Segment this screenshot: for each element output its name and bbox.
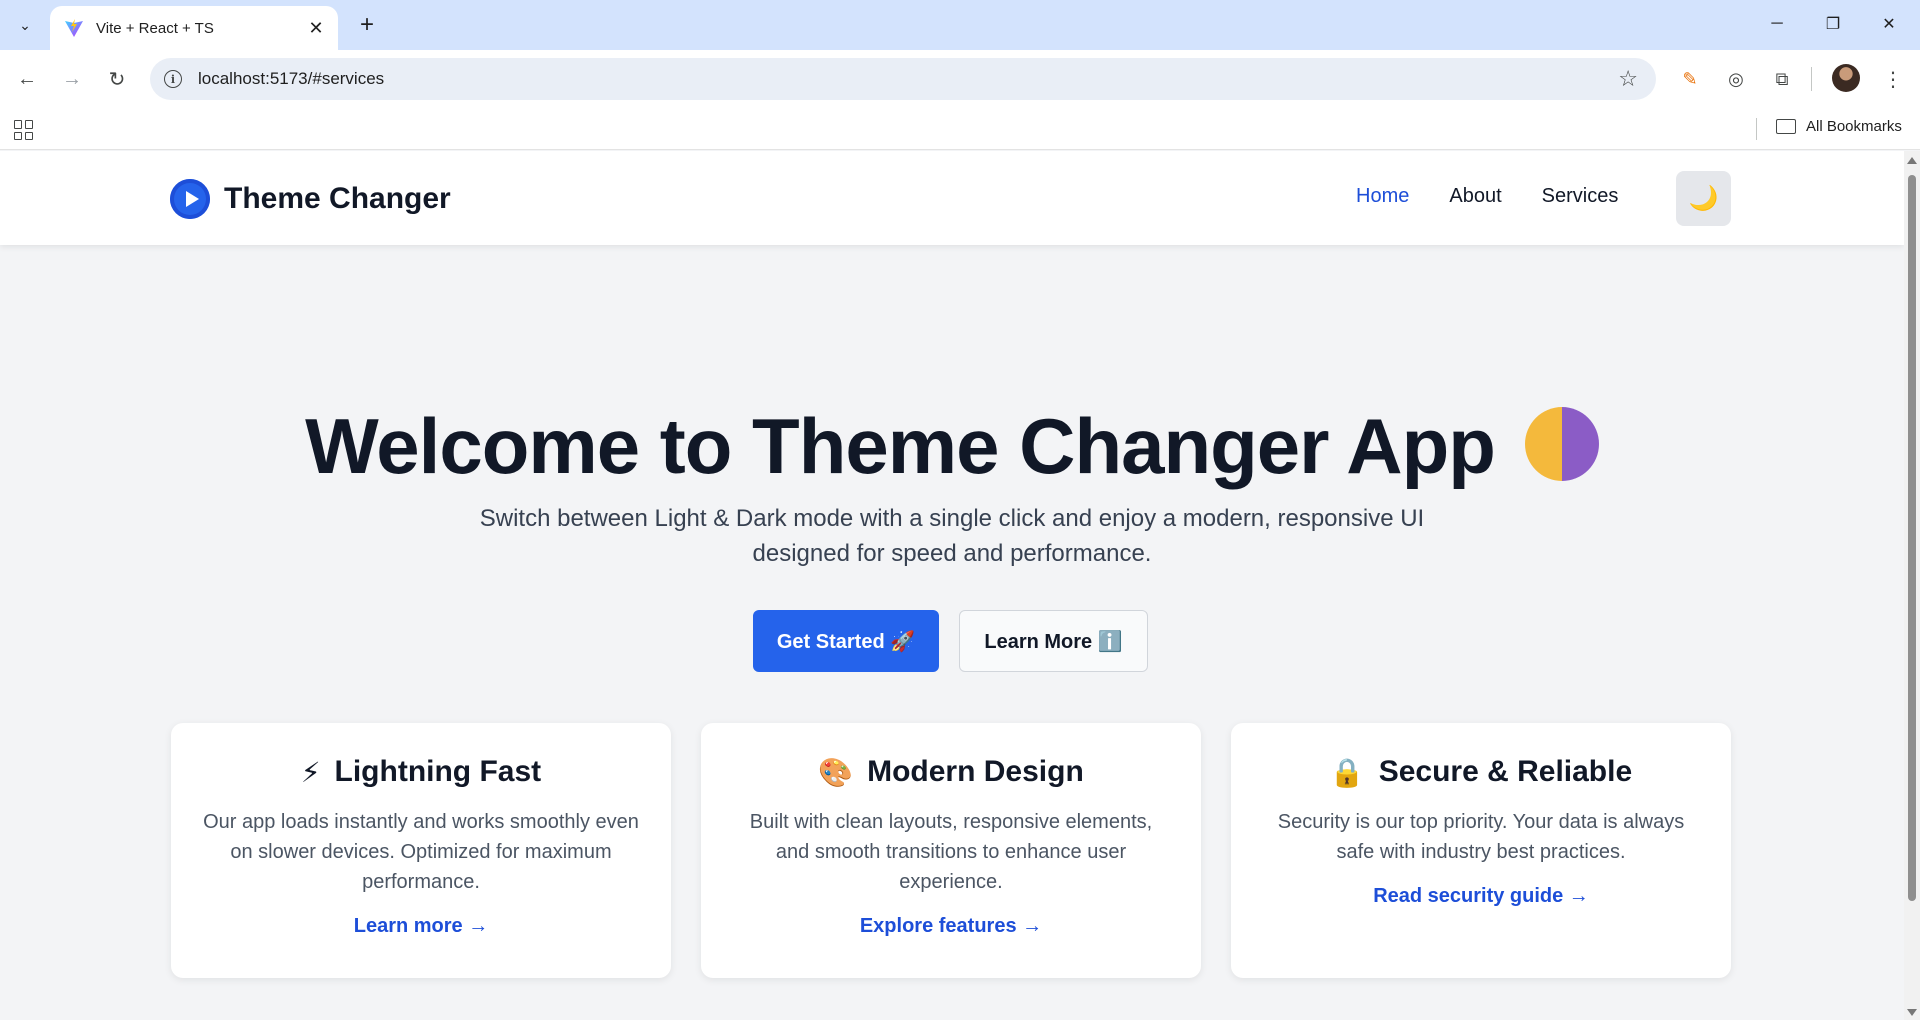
page-viewport: Theme Changer Home About Services 🌙 Welc… bbox=[0, 151, 1904, 1020]
brand-name: Theme Changer bbox=[224, 182, 451, 215]
back-icon[interactable]: ← bbox=[11, 63, 43, 95]
all-bookmarks-label: All Bookmarks bbox=[1806, 118, 1902, 135]
main-nav: Home About Services bbox=[1356, 185, 1618, 208]
bookmarks-bar: All Bookmarks bbox=[0, 108, 1920, 150]
url-text[interactable]: localhost:5173/#services bbox=[198, 69, 1618, 89]
learn-more-button[interactable]: Learn More ℹ️ bbox=[959, 610, 1148, 672]
card-title-text: Lightning Fast bbox=[334, 755, 542, 788]
star-icon[interactable]: ☆ bbox=[1618, 66, 1638, 92]
half-moon-icon bbox=[1524, 407, 1599, 481]
scroll-up-icon[interactable] bbox=[1907, 157, 1917, 164]
tab-search-icon[interactable]: ⌄ bbox=[10, 11, 40, 39]
theme-toggle-button[interactable]: 🌙 bbox=[1676, 171, 1731, 226]
feature-card-design: 🎨 Modern Design Built with clean layouts… bbox=[701, 723, 1201, 978]
lightning-icon: ⚡ bbox=[300, 756, 321, 788]
lock-icon: 🔒 bbox=[1329, 756, 1365, 788]
card-title: 🎨 Modern Design bbox=[701, 755, 1201, 789]
scroll-down-icon[interactable] bbox=[1907, 1009, 1917, 1016]
hero-title-text: Welcome to Theme Changer App bbox=[305, 402, 1496, 490]
vite-favicon bbox=[65, 19, 83, 37]
close-icon[interactable]: ✕ bbox=[304, 16, 328, 40]
minimize-icon[interactable]: ─ bbox=[1754, 6, 1800, 42]
eyedropper-icon[interactable]: ✎ bbox=[1675, 64, 1705, 94]
brand[interactable]: Theme Changer bbox=[170, 179, 451, 219]
folder-icon bbox=[1776, 119, 1796, 134]
learn-more-link[interactable]: Learn more → bbox=[354, 915, 488, 938]
profile-avatar[interactable] bbox=[1832, 64, 1860, 92]
apps-icon[interactable] bbox=[14, 120, 34, 140]
card-description: Security is our top priority. Your data … bbox=[1277, 811, 1685, 863]
card-title-text: Modern Design bbox=[867, 755, 1084, 788]
card-description: Our app loads instantly and works smooth… bbox=[203, 811, 639, 893]
palette-icon: 🎨 bbox=[818, 756, 854, 788]
restore-icon[interactable]: ❐ bbox=[1810, 6, 1856, 42]
close-window-icon[interactable]: ✕ bbox=[1866, 6, 1912, 42]
hero-subtitle: Switch between Light & Dark mode with a … bbox=[479, 505, 1425, 567]
feature-card-secure: 🔒 Secure & Reliable Security is our top … bbox=[1231, 723, 1731, 978]
browser-tab-strip: ⌄ Vite + React + TS ✕ + ─ ❐ ✕ bbox=[0, 0, 1920, 50]
play-logo-icon bbox=[170, 179, 210, 219]
feature-card-fast: ⚡ Lightning Fast Our app loads instantly… bbox=[171, 723, 671, 978]
toolbar-divider bbox=[1811, 67, 1812, 91]
browser-toolbar: ← → ↻ i localhost:5173/#services ☆ ✎ ◎ ⧉… bbox=[0, 50, 1920, 108]
extension-icon[interactable]: ◎ bbox=[1721, 64, 1751, 94]
hero-title: Welcome to Theme Changer App bbox=[0, 401, 1904, 492]
moon-icon: 🌙 bbox=[1688, 185, 1719, 212]
plus-icon[interactable]: + bbox=[352, 10, 382, 40]
nav-about[interactable]: About bbox=[1449, 185, 1501, 208]
card-description: Built with clean layouts, responsive ele… bbox=[749, 811, 1153, 893]
get-started-button[interactable]: Get Started 🚀 bbox=[753, 610, 939, 672]
page-scrollbar[interactable] bbox=[1904, 151, 1920, 1020]
forward-icon[interactable]: → bbox=[56, 63, 88, 95]
card-title-text: Secure & Reliable bbox=[1378, 755, 1633, 788]
reload-icon[interactable]: ↻ bbox=[101, 63, 133, 95]
explore-features-link[interactable]: Explore features → bbox=[860, 915, 1042, 938]
tab-title: Vite + React + TS bbox=[96, 19, 214, 37]
scroll-thumb[interactable] bbox=[1908, 175, 1916, 901]
card-title: 🔒 Secure & Reliable bbox=[1231, 755, 1731, 789]
bookmarks-divider bbox=[1756, 118, 1757, 140]
nav-services[interactable]: Services bbox=[1542, 185, 1619, 208]
card-title: ⚡ Lightning Fast bbox=[171, 755, 671, 789]
kebab-menu-icon[interactable]: ⋮ bbox=[1878, 64, 1908, 94]
site-info-icon[interactable]: i bbox=[164, 70, 182, 88]
security-guide-link[interactable]: Read security guide → bbox=[1373, 885, 1589, 908]
all-bookmarks-button[interactable]: All Bookmarks bbox=[1776, 118, 1902, 135]
puzzle-icon[interactable]: ⧉ bbox=[1767, 64, 1797, 94]
site-header: Theme Changer Home About Services 🌙 bbox=[0, 151, 1904, 245]
address-bar[interactable]: i localhost:5173/#services ☆ bbox=[150, 58, 1656, 100]
browser-tab[interactable]: Vite + React + TS ✕ bbox=[50, 6, 338, 50]
nav-home[interactable]: Home bbox=[1356, 185, 1409, 208]
